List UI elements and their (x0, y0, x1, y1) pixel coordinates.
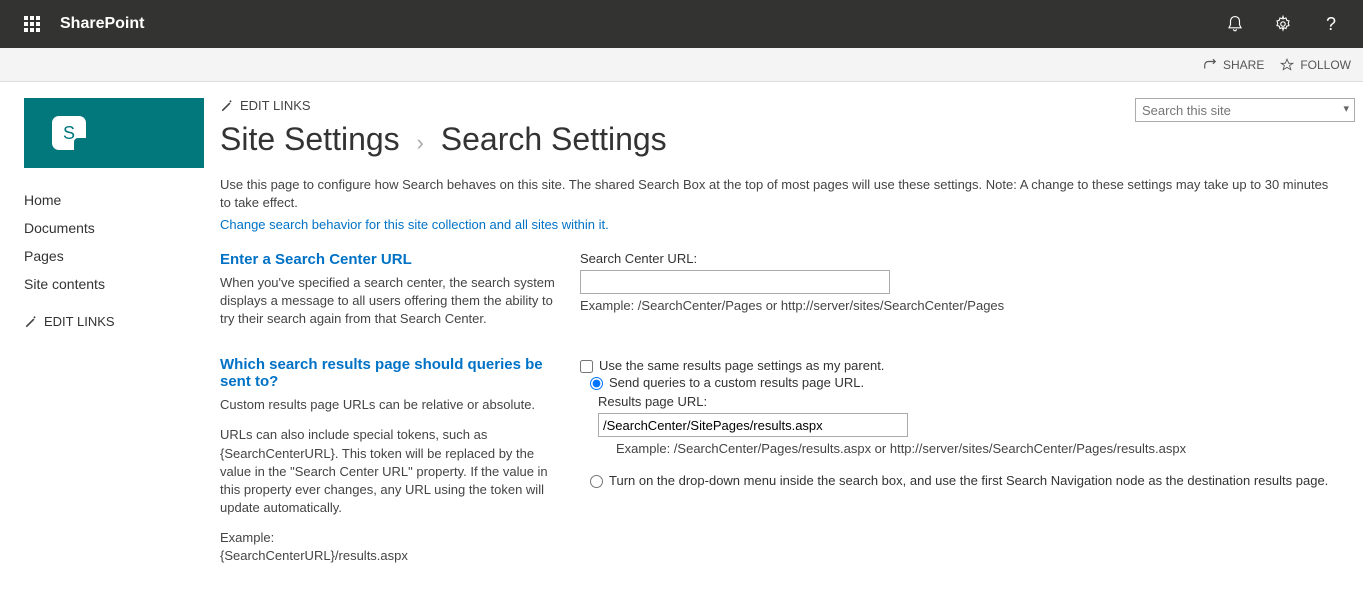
search-center-url-input[interactable] (580, 270, 890, 294)
breadcrumb-current: Search Settings (441, 121, 667, 157)
section2-title: Which search results page should queries… (220, 356, 560, 390)
custom-url-label: Send queries to a custom results page UR… (609, 375, 864, 390)
search-center-url-example: Example: /SearchCenter/Pages or http://s… (580, 298, 1339, 313)
results-url-input[interactable] (598, 413, 908, 437)
follow-label: FOLLOW (1300, 58, 1351, 72)
use-parent-checkbox-row[interactable]: Use the same results page settings as my… (580, 358, 1339, 373)
nav-item-pages[interactable]: Pages (24, 242, 194, 270)
results-url-label: Results page URL: (598, 394, 1339, 409)
breadcrumb-separator-icon: › (417, 130, 424, 155)
app-launcher-icon[interactable] (8, 0, 56, 48)
results-url-example: Example: /SearchCenter/Pages/results.asp… (616, 441, 1339, 456)
dropdown-radio-label: Turn on the drop-down menu inside the se… (609, 473, 1328, 488)
edit-links-nav-label: EDIT LINKS (44, 314, 115, 329)
nav-item-documents[interactable]: Documents (24, 214, 194, 242)
notifications-icon[interactable] (1211, 0, 1259, 48)
section-results-page: Which search results page should queries… (220, 356, 1339, 578)
content-area: EDIT LINKS ▾ Site Settings › Search Sett… (210, 82, 1363, 602)
dropdown-radio-row[interactable]: Turn on the drop-down menu inside the se… (590, 473, 1339, 488)
section1-desc: When you've specified a search center, t… (220, 274, 560, 329)
search-center-url-label: Search Center URL: (580, 251, 1339, 266)
breadcrumb-parent[interactable]: Site Settings (220, 121, 400, 157)
pencil-icon (220, 99, 234, 113)
edit-links-nav[interactable]: EDIT LINKS (24, 314, 115, 329)
site-logo-badge: S (52, 116, 86, 150)
section2-desc3: Example: {SearchCenterURL}/results.aspx (220, 529, 560, 565)
brand-label[interactable]: SharePoint (60, 15, 144, 33)
custom-url-radio[interactable] (590, 377, 603, 390)
page-title: Site Settings › Search Settings (220, 121, 1339, 158)
page-body: S Home Documents Pages Site contents EDI… (0, 82, 1363, 602)
follow-button[interactable]: FOLLOW (1280, 58, 1351, 72)
section2-desc1: Custom results page URLs can be relative… (220, 396, 560, 414)
star-icon (1280, 58, 1294, 72)
nav-item-site-contents[interactable]: Site contents (24, 270, 194, 298)
intro-text: Use this page to configure how Search be… (220, 176, 1339, 212)
pencil-icon (24, 315, 38, 329)
edit-links-top[interactable]: EDIT LINKS (220, 98, 311, 113)
intro-link[interactable]: Change search behavior for this site col… (220, 217, 609, 232)
use-parent-label: Use the same results page settings as my… (599, 358, 884, 373)
ribbon-bar: SHARE FOLLOW (0, 48, 1363, 82)
suite-bar: SharePoint ? (0, 0, 1363, 48)
site-logo[interactable]: S (24, 98, 204, 168)
share-button[interactable]: SHARE (1203, 58, 1264, 72)
quick-launch-nav: Home Documents Pages Site contents (24, 186, 194, 298)
use-parent-checkbox[interactable] (580, 360, 593, 373)
dropdown-radio[interactable] (590, 475, 603, 488)
section1-title: Enter a Search Center URL (220, 251, 560, 268)
custom-url-radio-row[interactable]: Send queries to a custom results page UR… (590, 375, 1339, 390)
share-icon (1203, 58, 1217, 72)
edit-links-top-label: EDIT LINKS (240, 98, 311, 113)
search-input[interactable] (1135, 98, 1355, 122)
section2-desc2: URLs can also include special tokens, su… (220, 426, 560, 517)
left-column: S Home Documents Pages Site contents EDI… (0, 82, 210, 602)
help-icon[interactable]: ? (1307, 0, 1355, 48)
gear-icon[interactable] (1259, 0, 1307, 48)
share-label: SHARE (1223, 58, 1264, 72)
section-search-center: Enter a Search Center URL When you've sp… (220, 251, 1339, 341)
nav-item-home[interactable]: Home (24, 186, 194, 214)
